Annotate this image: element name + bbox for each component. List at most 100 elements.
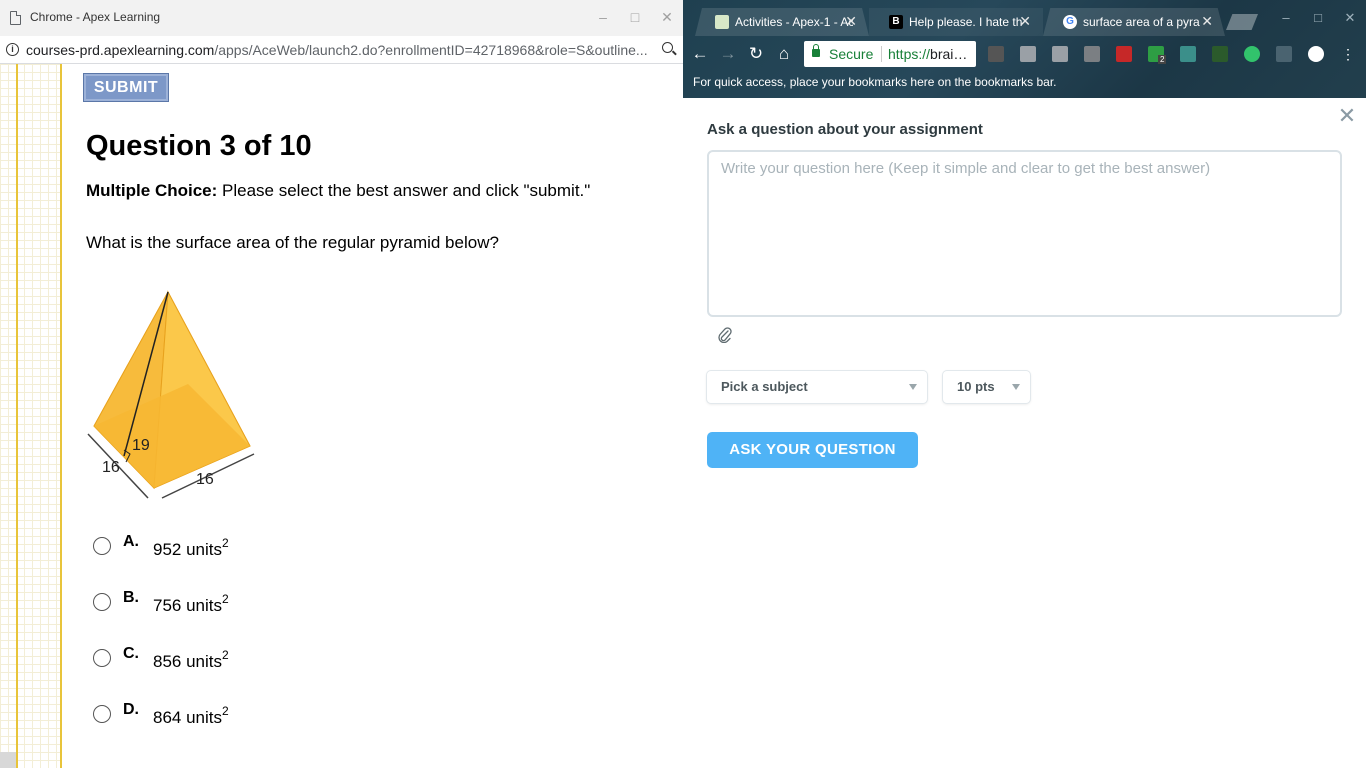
brainly-favicon-icon: B	[889, 15, 903, 29]
reload-icon[interactable]: ↻	[745, 43, 767, 65]
extension-chat-icon[interactable]	[1244, 46, 1260, 62]
question-input[interactable]	[707, 150, 1342, 317]
extension-wave-icon[interactable]	[1212, 46, 1228, 62]
apex-favicon-icon	[715, 15, 729, 29]
home-icon[interactable]: ⌂	[773, 43, 795, 65]
tab-activities[interactable]: Activities - Apex-1 - Ac ✕	[695, 8, 869, 36]
choice-exponent: 2	[222, 536, 229, 550]
tab-close-icon[interactable]: ✕	[1019, 13, 1031, 30]
info-icon[interactable]: i	[6, 43, 19, 56]
tab-label: Activities - Apex-1 - Ac	[735, 15, 853, 29]
minimize-icon[interactable]: –	[594, 8, 612, 26]
question-text: What is the surface area of the regular …	[86, 233, 499, 252]
document-icon	[10, 11, 21, 25]
radio-button[interactable]	[93, 593, 111, 611]
choice-d[interactable]: D. 864 units2	[93, 698, 293, 728]
left-url-text[interactable]: courses-prd.apexlearning.com/apps/AceWeb…	[26, 42, 654, 58]
tab-google-search[interactable]: G surface area of a pyra ✕	[1043, 8, 1225, 36]
radio-button[interactable]	[93, 537, 111, 555]
choice-c[interactable]: C. 856 units2	[93, 642, 293, 672]
ask-question-button[interactable]: ASK YOUR QUESTION	[707, 432, 918, 468]
left-window-title: Chrome - Apex Learning	[30, 10, 161, 24]
choice-value: 864 units2	[153, 704, 229, 728]
choice-letter: C.	[123, 645, 139, 662]
google-favicon-icon: G	[1063, 15, 1077, 29]
chevron-down-icon	[909, 384, 917, 390]
points-value: 10 pts	[957, 379, 995, 394]
extension-shield-icon[interactable]: 2	[1148, 46, 1167, 64]
bookmarks-hint: For quick access, place your bookmarks h…	[693, 75, 1057, 89]
back-icon[interactable]: ←	[689, 43, 711, 65]
choice-value: 952 units2	[153, 536, 229, 560]
paperclip-icon[interactable]	[717, 327, 733, 343]
choice-exponent: 2	[222, 648, 229, 662]
left-gutter	[0, 64, 62, 768]
extension-c2-icon[interactable]	[1084, 46, 1100, 62]
gutter-tab	[0, 752, 16, 768]
address-bar[interactable]: Secure https://brai…	[804, 41, 976, 67]
extension-c-icon[interactable]	[1020, 46, 1036, 62]
speaker-extension-icon[interactable]	[988, 46, 1004, 62]
cast-icon[interactable]	[1276, 46, 1292, 62]
choice-letter: B.	[123, 589, 139, 606]
choice-value-text: 952 units	[153, 540, 222, 559]
url-path: /apps/AceWeb/launch2.do?enrollmentID=427…	[214, 42, 648, 58]
choice-value-text: 756 units	[153, 596, 222, 615]
tab-label: Help please. I hate th	[909, 15, 1023, 29]
extension-map-icon[interactable]	[1180, 46, 1196, 62]
left-url-bar[interactable]: i courses-prd.apexlearning.com/apps/AceW…	[0, 36, 683, 64]
omnibox-separator	[881, 46, 882, 62]
subject-dropdown[interactable]: Pick a subject	[707, 371, 927, 403]
gutter-edge	[16, 64, 18, 768]
chevron-down-icon	[1012, 384, 1020, 390]
tab-help-please[interactable]: B Help please. I hate th ✕	[869, 8, 1043, 36]
choice-exponent: 2	[222, 592, 229, 606]
choice-value-text: 864 units	[153, 708, 222, 727]
choice-value: 756 units2	[153, 592, 229, 616]
menu-icon[interactable]: ⋮	[1340, 46, 1356, 62]
modal-title: Ask a question about your assignment	[707, 121, 983, 138]
choice-a[interactable]: A. 952 units2	[93, 530, 293, 560]
left-titlebar: Chrome - Apex Learning – □ ✕	[0, 0, 683, 36]
tab-close-icon[interactable]: ✕	[845, 13, 857, 30]
desktop: Chrome - Apex Learning – □ ✕ i courses-p…	[0, 0, 1366, 768]
maximize-icon[interactable]: □	[1309, 10, 1327, 25]
radio-button[interactable]	[93, 705, 111, 723]
lock-icon	[812, 44, 820, 57]
url-host: brai…	[930, 46, 968, 62]
instruction-text: Please select the best answer and click …	[217, 181, 591, 200]
question-title: Question 3 of 10	[86, 130, 312, 162]
subject-value: Pick a subject	[721, 379, 808, 394]
maximize-icon[interactable]: □	[626, 8, 644, 26]
choice-value-text: 856 units	[153, 652, 222, 671]
extension-badge: 2	[1158, 55, 1167, 64]
submit-button[interactable]: SUBMIT	[83, 73, 169, 102]
points-dropdown[interactable]: 10 pts	[943, 371, 1030, 403]
instruction-label: Multiple Choice:	[86, 181, 218, 200]
apex-window: Chrome - Apex Learning – □ ✕ i courses-p…	[0, 0, 683, 768]
extension-g-icon[interactable]	[1052, 46, 1068, 62]
zoom-icon[interactable]	[662, 42, 673, 53]
base-right-label: 16	[196, 471, 214, 488]
radio-button[interactable]	[93, 649, 111, 667]
question-instructions: Multiple Choice: Please select the best …	[86, 181, 590, 201]
minimize-icon[interactable]: –	[1277, 10, 1295, 25]
close-icon[interactable]: ✕	[658, 8, 676, 26]
extension-red-icon[interactable]	[1116, 46, 1132, 62]
close-icon[interactable]: ✕	[1341, 10, 1359, 26]
new-tab-button[interactable]	[1226, 14, 1258, 30]
play-extension-icon[interactable]	[1308, 46, 1324, 62]
slant-label: 19	[132, 437, 150, 454]
forward-icon[interactable]: →	[717, 43, 739, 65]
choice-b[interactable]: B. 756 units2	[93, 586, 293, 616]
ask-question-modal: ✕ Ask a question about your assignment P…	[683, 98, 1366, 768]
tab-close-icon[interactable]: ✕	[1201, 13, 1213, 30]
url-scheme: https://	[888, 46, 931, 62]
choice-letter: A.	[123, 533, 139, 550]
close-icon[interactable]: ✕	[1337, 105, 1357, 127]
choice-value: 856 units2	[153, 648, 229, 672]
choice-letter: D.	[123, 701, 139, 718]
secure-label: Secure	[829, 46, 874, 62]
url-host: courses-prd.apexlearning.com	[26, 42, 215, 58]
browser-chrome: Activities - Apex-1 - Ac ✕ B Help please…	[683, 0, 1366, 98]
